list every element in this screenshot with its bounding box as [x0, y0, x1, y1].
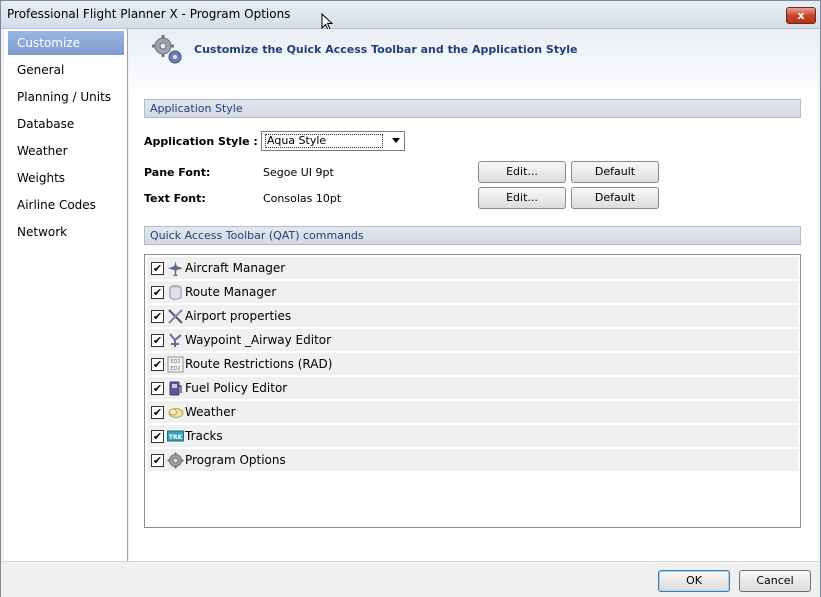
sidebar-item-general[interactable]: General — [8, 58, 124, 82]
qat-item-label: Airport properties — [185, 309, 292, 323]
tools-icon — [168, 309, 183, 324]
qat-row-route-restrictions[interactable]: ✔ ED2 ED2 Route Restrictions (RAD) — [147, 353, 798, 376]
panel-title: Customize the Quick Access Toolbar and t… — [194, 43, 578, 56]
sidebar-item-database[interactable]: Database — [8, 112, 124, 136]
qat-row-fuel-policy-editor[interactable]: ✔ Fuel Policy Editor — [147, 377, 798, 400]
rad-badge-top: ED2 — [170, 359, 180, 365]
pane-font-label: Pane Font: — [144, 166, 211, 179]
qat-checkbox[interactable]: ✔ — [151, 358, 164, 371]
qat-checkbox[interactable]: ✔ — [151, 454, 164, 467]
qat-item-label: Tracks — [185, 429, 223, 443]
options-sidebar: Customize General Planning / Units Datab… — [4, 29, 128, 561]
tracks-badge: TRK — [169, 434, 183, 441]
panel-header: Customize the Quick Access Toolbar and t… — [129, 29, 818, 99]
rad-icon: ED2 ED2 — [167, 356, 184, 373]
qat-row-waypoint-airway-editor[interactable]: ✔ Waypoint _Airway Editor — [147, 329, 798, 352]
qat-item-label: Fuel Policy Editor — [185, 381, 288, 395]
qat-row-aircraft-manager[interactable]: ✔ Aircraft Manager — [147, 257, 798, 280]
text-font-edit-button[interactable]: Edit... — [478, 187, 566, 209]
fuel-icon — [169, 381, 182, 396]
qat-checkbox[interactable]: ✔ — [151, 286, 164, 299]
qat-checkbox[interactable]: ✔ — [151, 430, 164, 443]
application-style-label: Application Style : — [144, 135, 258, 148]
qat-row-program-options[interactable]: ✔ Program Options — [147, 449, 798, 472]
qat-checkbox[interactable]: ✔ — [151, 334, 164, 347]
cloud-icon — [168, 408, 184, 418]
text-font-value: Consolas 10pt — [263, 192, 342, 205]
cancel-button[interactable]: Cancel — [739, 570, 811, 592]
qat-row-route-manager[interactable]: ✔ Route Manager — [147, 281, 798, 304]
gear-icon — [167, 452, 184, 469]
qat-item-label: Weather — [185, 405, 236, 419]
pane-font-default-button[interactable]: Default — [571, 161, 659, 183]
airplane-icon — [168, 261, 183, 276]
options-window: Professional Flight Planner X - Program … — [0, 0, 821, 597]
sidebar-item-weights[interactable]: Weights — [8, 166, 124, 190]
sidebar-item-network[interactable]: Network — [8, 220, 124, 244]
tracks-icon: TRK — [167, 430, 184, 442]
application-style-section-header: Application Style — [144, 99, 801, 118]
qat-checkbox[interactable]: ✔ — [151, 262, 164, 275]
database-icon — [169, 285, 182, 300]
text-font-label: Text Font: — [144, 192, 206, 205]
qat-checkbox[interactable]: ✔ — [151, 406, 164, 419]
dialog-footer: OK Cancel — [1, 561, 820, 597]
qat-item-label: Program Options — [185, 453, 286, 467]
customize-panel: Customize the Quick Access Toolbar and t… — [129, 29, 818, 561]
rad-badge-bottom: ED2 — [170, 366, 180, 372]
qat-item-label: Waypoint _Airway Editor — [185, 333, 332, 347]
sidebar-item-weather[interactable]: Weather — [8, 139, 124, 163]
gear-icon — [152, 35, 182, 64]
waypoint-icon — [169, 333, 182, 347]
qat-item-label: Route Manager — [185, 285, 277, 299]
close-button[interactable]: x — [786, 7, 816, 24]
sidebar-item-planning-units[interactable]: Planning / Units — [8, 85, 124, 109]
qat-row-airport-properties[interactable]: ✔ Airport properties — [147, 305, 798, 328]
pane-font-value: Segoe UI 9pt — [263, 166, 334, 179]
ok-button[interactable]: OK — [658, 570, 730, 592]
text-font-default-button[interactable]: Default — [571, 187, 659, 209]
qat-row-tracks[interactable]: ✔ TRK Tracks — [147, 425, 798, 448]
pane-font-edit-button[interactable]: Edit... — [478, 161, 566, 183]
qat-command-list: ✔ Aircraft Manager ✔ Route Manager ✔ Air… — [144, 254, 801, 528]
title-bar: Professional Flight Planner X - Program … — [1, 1, 820, 29]
window-title: Professional Flight Planner X - Program … — [7, 7, 291, 21]
qat-item-label: Route Restrictions (RAD) — [185, 357, 333, 371]
qat-checkbox[interactable]: ✔ — [151, 382, 164, 395]
qat-item-label: Aircraft Manager — [185, 261, 286, 275]
chevron-down-icon — [392, 138, 400, 143]
sidebar-item-customize[interactable]: Customize — [8, 31, 124, 55]
application-style-value: Aqua Style — [265, 134, 383, 148]
qat-row-weather[interactable]: ✔ Weather — [147, 401, 798, 424]
qat-section-header: Quick Access Toolbar (QAT) commands — [144, 226, 801, 245]
sidebar-item-airline-codes[interactable]: Airline Codes — [8, 193, 124, 217]
application-style-select[interactable]: Aqua Style — [261, 131, 405, 151]
qat-checkbox[interactable]: ✔ — [151, 310, 164, 323]
